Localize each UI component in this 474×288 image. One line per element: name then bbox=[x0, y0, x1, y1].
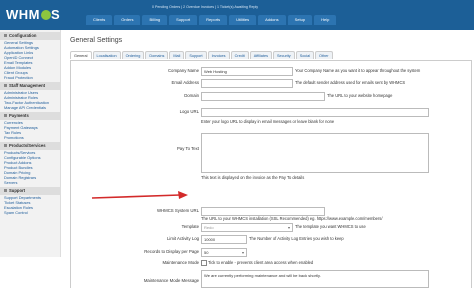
maintenance-message-value: We are currently performing maintenance … bbox=[204, 273, 321, 278]
nav-help[interactable]: Help bbox=[314, 15, 337, 25]
lifebuoy-icon bbox=[4, 189, 7, 192]
general-settings-form: Company Name Web Hosting Your Company Na… bbox=[70, 60, 472, 288]
arrow-shaft bbox=[91, 194, 181, 199]
domain-help: The URL to your website homepage bbox=[327, 93, 393, 98]
tab-domains[interactable]: Domains bbox=[145, 51, 169, 59]
sidebar-section-title: Configuration bbox=[9, 33, 37, 38]
email-address-help: The default sender address used for emai… bbox=[295, 80, 406, 85]
records-per-page-value: 50 bbox=[204, 250, 209, 255]
sidebar: Configuration General Settings Automatio… bbox=[0, 30, 61, 257]
box-icon bbox=[4, 144, 7, 147]
email-address-input[interactable] bbox=[201, 79, 293, 88]
company-name-input[interactable]: Web Hosting bbox=[201, 67, 293, 76]
system-url-label: WHMCS System URL bbox=[156, 208, 199, 213]
records-per-page-select[interactable]: 50 ▾ bbox=[201, 248, 247, 257]
pay-to-label: Pay To Text bbox=[176, 146, 199, 151]
whmcs-logo[interactable]: WHM S bbox=[6, 7, 60, 23]
tab-general[interactable]: General bbox=[70, 51, 92, 59]
nav-support[interactable]: Support bbox=[169, 15, 198, 25]
system-url-help: The URL to your WHMCS installation (SSL … bbox=[201, 216, 383, 221]
main-content: General Settings General Localisation Or… bbox=[64, 30, 474, 288]
maintenance-message-label: Maintenance Mode Message bbox=[143, 278, 199, 283]
sidebar-link-servers[interactable]: Servers bbox=[0, 180, 60, 185]
logo-url-help: Enter your logo URL to display in email … bbox=[201, 119, 335, 124]
red-arrow-annotation bbox=[91, 191, 188, 199]
activity-log-value: 10000 bbox=[204, 237, 216, 242]
template-value: Redo bbox=[204, 225, 214, 230]
activity-log-input[interactable]: 10000 bbox=[201, 235, 247, 244]
activity-log-help: The Number of Activity Log Entries you w… bbox=[249, 236, 344, 241]
pay-to-help: This text is displayed on the invoice as… bbox=[201, 175, 305, 180]
chevron-down-icon: ▾ bbox=[241, 250, 244, 255]
tab-support[interactable]: Support bbox=[185, 51, 207, 59]
sidebar-link-promotions[interactable]: Promotions bbox=[0, 135, 60, 140]
tab-mail[interactable]: Mail bbox=[169, 51, 185, 59]
nav-setup[interactable]: Setup bbox=[287, 15, 313, 25]
tab-social[interactable]: Social bbox=[295, 51, 315, 59]
logo-url-input[interactable] bbox=[201, 108, 429, 117]
system-url-input[interactable] bbox=[201, 207, 325, 216]
user-icon bbox=[4, 84, 7, 87]
settings-tabs: General Localisation Ordering Domains Ma… bbox=[70, 51, 333, 59]
top-header-bar: WHM S 0 Pending Orders | 2 Overdue Invoic… bbox=[0, 0, 474, 30]
sidebar-section-title: Products/Services bbox=[9, 143, 46, 148]
nav-reports[interactable]: Reports bbox=[199, 15, 228, 25]
records-per-page-label: Records to Display per Page bbox=[144, 249, 199, 254]
logo-suffix: S bbox=[51, 7, 61, 22]
sidebar-section-payments: Payments bbox=[0, 112, 60, 120]
chevron-down-icon: ▾ bbox=[287, 225, 290, 230]
domain-input[interactable] bbox=[201, 92, 325, 101]
sidebar-section-products: Products/Services bbox=[0, 142, 60, 150]
logo-circle-icon bbox=[41, 10, 51, 20]
company-name-value: Web Hosting bbox=[204, 69, 227, 74]
sidebar-link-spam-control[interactable]: Spam Control bbox=[0, 210, 60, 215]
sidebar-link-fraud-protection[interactable]: Fraud Protection bbox=[0, 75, 60, 80]
pay-to-textarea[interactable] bbox=[201, 133, 429, 173]
tab-ordering[interactable]: Ordering bbox=[121, 51, 145, 59]
email-address-label: Email Address bbox=[171, 80, 199, 85]
credit-card-icon bbox=[4, 114, 7, 117]
maintenance-mode-checkbox[interactable] bbox=[201, 260, 207, 266]
template-label: Template bbox=[181, 224, 199, 229]
sidebar-section-support: Support bbox=[0, 187, 60, 195]
maintenance-mode-label: Maintenance Mode bbox=[162, 260, 199, 265]
tab-security[interactable]: Security bbox=[272, 51, 295, 59]
nav-utilities[interactable]: Utilities bbox=[229, 15, 257, 25]
nav-orders[interactable]: Orders bbox=[114, 15, 141, 25]
sidebar-section-title: Support bbox=[9, 188, 26, 193]
activity-log-label: Limit Activity Log bbox=[167, 236, 199, 241]
arrow-head bbox=[178, 191, 188, 199]
template-select[interactable]: Redo ▾ bbox=[201, 223, 293, 232]
tab-other[interactable]: Other bbox=[315, 51, 333, 59]
company-name-help: Your Company Name as you want it to appe… bbox=[295, 68, 421, 73]
gear-icon bbox=[4, 34, 7, 37]
company-name-label: Company Name bbox=[167, 68, 199, 73]
maintenance-mode-help: Tick to enable - prevents client area ac… bbox=[208, 260, 314, 265]
nav-billing[interactable]: Billing bbox=[142, 15, 168, 25]
tab-credit[interactable]: Credit bbox=[230, 51, 249, 59]
nav-clients[interactable]: Clients bbox=[86, 15, 113, 25]
sidebar-section-title: Payments bbox=[9, 113, 29, 118]
sidebar-section-title: Staff Management bbox=[9, 83, 46, 88]
tab-invoices[interactable]: Invoices bbox=[207, 51, 230, 59]
page-title: General Settings bbox=[70, 37, 123, 44]
tab-localisation[interactable]: Localisation bbox=[92, 51, 121, 59]
sidebar-link-api-credentials[interactable]: Manage API Credentials bbox=[0, 105, 60, 110]
alert-summary[interactable]: 0 Pending Orders | 2 Overdue Invoices | … bbox=[152, 5, 258, 9]
logo-url-label: Logo URL bbox=[179, 109, 199, 114]
main-nav: Clients Orders Billing Support Reports U… bbox=[86, 15, 337, 25]
logo-text: WHM bbox=[6, 7, 40, 22]
domain-label: Domain bbox=[184, 93, 199, 98]
maintenance-message-textarea[interactable]: We are currently performing maintenance … bbox=[201, 270, 429, 288]
nav-addons[interactable]: Addons bbox=[258, 15, 286, 25]
sidebar-section-staff: Staff Management bbox=[0, 82, 60, 90]
sidebar-section-configuration: Configuration bbox=[0, 32, 60, 40]
template-help: The template you want WHMCS to use bbox=[295, 224, 366, 229]
tab-affiliates[interactable]: Affiliates bbox=[249, 51, 272, 59]
